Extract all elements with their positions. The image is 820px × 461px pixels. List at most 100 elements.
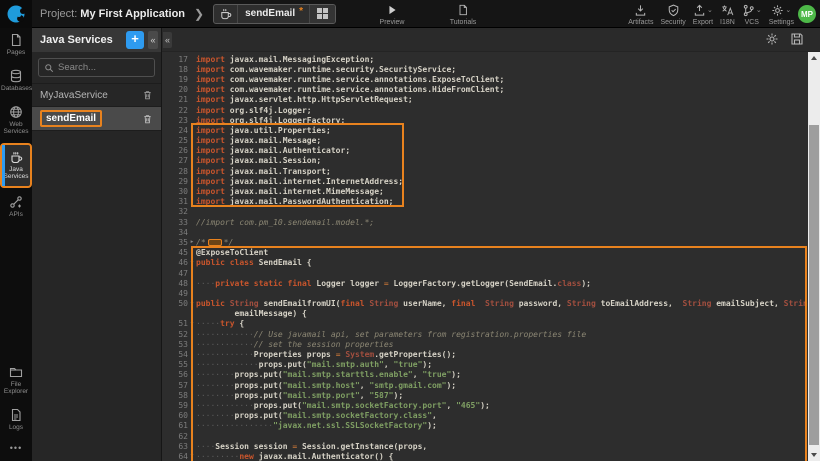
code-line[interactable]: 55·············props.put("mail.smtp.auth… — [162, 360, 808, 370]
search-box[interactable] — [38, 58, 155, 77]
code-token: = — [336, 350, 346, 359]
log-icon — [9, 408, 23, 422]
code-line[interactable]: 46▾public class SendEmail { — [162, 258, 808, 268]
code-token: import — [196, 95, 230, 104]
editor-settings-gear-icon[interactable] — [765, 32, 779, 46]
add-service-button[interactable]: + — [126, 31, 144, 49]
code-line[interactable]: 24import java.util.Properties; — [162, 125, 808, 135]
code-line[interactable]: 33//import com.pm_10.sendemail.model.*; — [162, 217, 808, 227]
security-button[interactable]: Security — [661, 4, 686, 26]
more-menu-button[interactable]: ••• — [0, 439, 32, 457]
fold-marker[interactable]: ▾ — [188, 321, 196, 327]
sidebar-item-apis[interactable]: APIs — [0, 190, 32, 224]
trash-icon[interactable] — [142, 89, 153, 101]
vcs-button[interactable]: ⌄ VCS — [742, 4, 762, 26]
code-line[interactable]: 30import javax.mail.internet.MimeMessage… — [162, 186, 808, 196]
export-button[interactable]: ⌄ Export — [693, 4, 713, 26]
code-line[interactable]: 22import org.slf4j.Logger; — [162, 105, 808, 115]
code-line[interactable]: 25import javax.mail.Message; — [162, 136, 808, 146]
user-avatar[interactable]: MP — [798, 5, 816, 23]
code-line[interactable]: 32 — [162, 207, 808, 217]
collapse-panel-button[interactable]: « — [148, 31, 158, 49]
code-line[interactable]: emailMessage) { — [162, 309, 808, 319]
code-line[interactable]: 50▾public String sendEmailfromUI(final S… — [162, 299, 808, 309]
code-token: javax.mail.internet.MimeMessage; — [230, 187, 384, 196]
code-text: import javax.mail.internet.InternetAddre… — [196, 177, 403, 186]
fold-marker[interactable]: ▾ — [188, 453, 196, 459]
code-line[interactable]: 59············props.put("mail.smtp.socke… — [162, 400, 808, 410]
code-line[interactable]: 31import javax.mail.PasswordAuthenticati… — [162, 197, 808, 207]
code-line[interactable]: 48····private static final Logger logger… — [162, 278, 808, 288]
collapse-panel-tab[interactable]: « — [163, 32, 172, 48]
line-number: 31 — [162, 197, 188, 206]
rail-label: Pages — [7, 49, 25, 56]
scroll-up-button[interactable] — [808, 52, 820, 64]
service-item-sendemail[interactable]: sendEmail — [32, 107, 161, 131]
code-token: private static final — [215, 279, 316, 288]
save-icon[interactable] — [790, 32, 804, 46]
code-line[interactable]: 34 — [162, 227, 808, 237]
i18n-button[interactable]: I18N — [720, 4, 735, 26]
scrollbar-thumb[interactable] — [809, 125, 819, 445]
service-item-myjavaservice[interactable]: MyJavaService — [32, 84, 161, 107]
line-number: 35 — [162, 238, 188, 247]
line-number: 59 — [162, 401, 188, 410]
sidebar-item-logs[interactable]: Logs — [0, 403, 32, 437]
code-token: , — [446, 401, 456, 410]
document-icon — [457, 4, 469, 17]
code-line[interactable]: 53············// set the session propert… — [162, 339, 808, 349]
code-line[interactable]: 63····Session session = Session.getInsta… — [162, 441, 808, 451]
code-line[interactable]: 20import com.wavemaker.runtime.service.a… — [162, 85, 808, 95]
sidebar-item-java-services[interactable]: Java Services — [0, 143, 32, 188]
code-line[interactable]: 29import javax.mail.internet.InternetAdd… — [162, 176, 808, 186]
tab-sendemail[interactable]: sendEmail * — [213, 4, 336, 24]
code-line[interactable]: 23import org.slf4j.LoggerFactory; — [162, 115, 808, 125]
code-line[interactable]: 35▸/**/ — [162, 237, 808, 247]
scroll-down-button[interactable] — [808, 449, 820, 461]
sidebar-item-web-services[interactable]: Web Services — [0, 100, 32, 141]
wavemaker-logo[interactable] — [0, 0, 32, 28]
code-line[interactable]: 64▾·········new javax.mail.Authenticator… — [162, 451, 808, 461]
tab-grid-button[interactable] — [309, 5, 335, 23]
editor-scrollbar[interactable] — [808, 52, 820, 461]
code-line[interactable]: 60········props.put("mail.smtp.socketFac… — [162, 411, 808, 421]
code-line[interactable]: 61················"javax.net.ssl.SSLSock… — [162, 421, 808, 431]
code-token: org.slf4j.LoggerFactory; — [230, 116, 346, 125]
sidebar-item-databases[interactable]: Databases — [0, 64, 32, 98]
search-input[interactable] — [58, 62, 149, 73]
settings-button[interactable]: ⌄ Settings — [769, 4, 794, 26]
code-line[interactable]: 28import javax.mail.Transport; — [162, 166, 808, 176]
code-text: import javax.servlet.http.HttpServletReq… — [196, 95, 413, 104]
preview-button[interactable]: Preview — [372, 4, 412, 26]
fold-marker[interactable]: ▸ — [188, 239, 196, 245]
code-line[interactable]: 52············// Use javamail api, set p… — [162, 329, 808, 339]
breadcrumb-chevron-icon: ❯ — [194, 7, 204, 21]
fold-marker[interactable]: ▾ — [188, 260, 196, 266]
code-line[interactable]: 18import com.wavemaker.runtime.security.… — [162, 64, 808, 74]
artifacts-button[interactable]: Artifacts — [628, 4, 653, 26]
code-line[interactable]: 57········props.put("mail.smtp.host", "s… — [162, 380, 808, 390]
code-line[interactable]: 17import javax.mail.MessagingException; — [162, 54, 808, 64]
code-line[interactable]: 45@ExposeToClient — [162, 248, 808, 258]
code-line[interactable]: 49 — [162, 288, 808, 298]
folded-region-chip[interactable] — [208, 239, 222, 246]
code-line[interactable]: 62 — [162, 431, 808, 441]
sidebar-item-pages[interactable]: Pages — [0, 28, 32, 62]
code-line[interactable]: 26import javax.mail.Authenticator; — [162, 146, 808, 156]
code-line[interactable]: 21import javax.servlet.http.HttpServletR… — [162, 95, 808, 105]
code-line[interactable]: 27import javax.mail.Session; — [162, 156, 808, 166]
sidebar-item-file-explorer[interactable]: File Explorer — [0, 360, 32, 401]
tutorials-button[interactable]: Tutorials — [440, 4, 486, 26]
fold-marker[interactable]: ▾ — [188, 301, 196, 307]
code-text: public class SendEmail { — [196, 258, 312, 267]
code-line[interactable]: 51▾·····try { — [162, 319, 808, 329]
code-token: public class — [196, 258, 259, 267]
code-line[interactable]: 56········props.put("mail.smtp.starttls.… — [162, 370, 808, 380]
tutorials-label: Tutorials — [450, 19, 477, 26]
code-line[interactable]: 47 — [162, 268, 808, 278]
code-line[interactable]: 54············Properties props = System.… — [162, 349, 808, 359]
code-editor[interactable]: 17import javax.mail.MessagingException;1… — [162, 52, 820, 461]
trash-icon[interactable] — [142, 113, 153, 125]
code-line[interactable]: 19import com.wavemaker.runtime.service.a… — [162, 74, 808, 84]
code-line[interactable]: 58········props.put("mail.smtp.port", "5… — [162, 390, 808, 400]
